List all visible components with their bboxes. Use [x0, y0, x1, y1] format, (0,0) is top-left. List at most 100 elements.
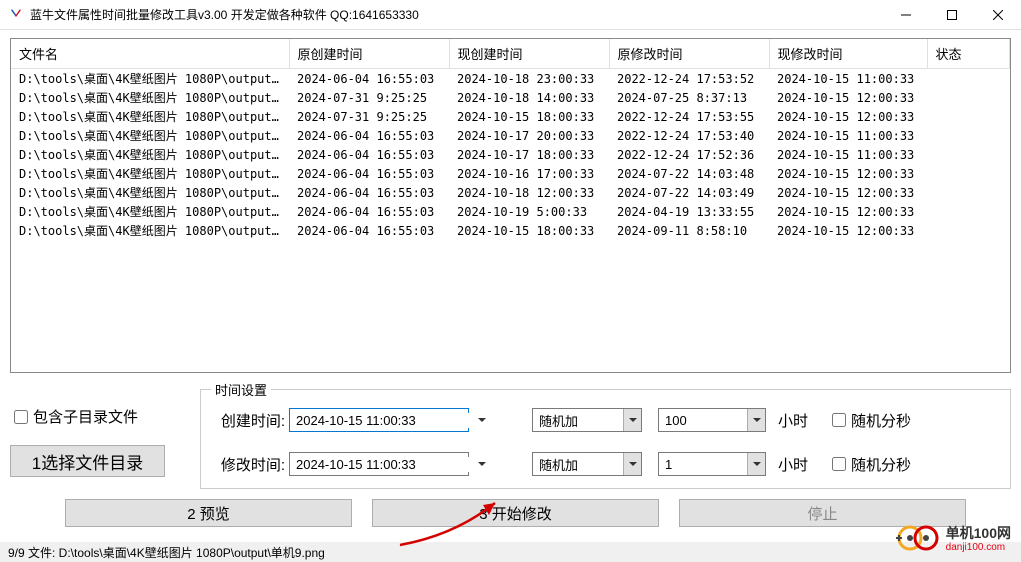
cell: D:\tools\桌面\4K壁纸图片 1080P\output\单机… [11, 126, 289, 145]
cell: 2024-04-19 13:33:55 [609, 202, 769, 221]
col-orig-create[interactable]: 原创建时间 [289, 39, 449, 69]
cell: D:\tools\桌面\4K壁纸图片 1080P\output\单机… [11, 88, 289, 107]
table-row[interactable]: D:\tools\桌面\4K壁纸图片 1080P\output\单机…2024-… [11, 202, 1010, 221]
cell [927, 164, 1010, 183]
logo-url: danji100.com [946, 542, 1011, 554]
random-ms-label: 随机分秒 [851, 454, 911, 475]
cell: 2024-06-04 16:55:03 [289, 183, 449, 202]
col-status[interactable]: 状态 [927, 39, 1010, 69]
minimize-button[interactable] [883, 0, 929, 29]
cell [927, 202, 1010, 221]
cell [927, 107, 1010, 126]
random-ms-checkbox-2[interactable] [832, 457, 846, 471]
modify-time-label: 修改时间: [213, 454, 285, 475]
modify-time-combo[interactable] [289, 452, 469, 476]
cell: 2024-10-15 12:00:33 [769, 88, 927, 107]
cell: 2024-10-15 12:00:33 [769, 183, 927, 202]
cell: 2024-07-31 9:25:25 [289, 88, 449, 107]
watermark-logo: 单机100网 danji100.com [896, 523, 1011, 556]
include-subdir-label: 包含子目录文件 [33, 406, 138, 427]
titlebar: 蓝牛文件属性时间批量修改工具v3.00 开发定做各种软件 QQ:16416533… [0, 0, 1021, 30]
cell: 2024-10-16 17:00:33 [449, 164, 609, 183]
create-time-label: 创建时间: [213, 410, 285, 431]
table-row[interactable]: D:\tools\桌面\4K壁纸图片 1080P\output\单机…2024-… [11, 145, 1010, 164]
table-row[interactable]: D:\tools\桌面\4K壁纸图片 1080P\output\单机…2024-… [11, 183, 1010, 202]
window-title: 蓝牛文件属性时间批量修改工具v3.00 开发定做各种软件 QQ:16416533… [30, 6, 883, 23]
select-dir-button[interactable]: 1选择文件目录 [10, 445, 165, 477]
chevron-down-icon[interactable] [478, 418, 486, 422]
cell: 2024-10-19 5:00:33 [449, 202, 609, 221]
cell: D:\tools\桌面\4K壁纸图片 1080P\output\单机… [11, 107, 289, 126]
preview-button[interactable]: 2 预览 [65, 499, 352, 527]
random-ms-label: 随机分秒 [851, 410, 911, 431]
modify-time-input[interactable] [290, 457, 478, 472]
time-settings-group: 时间设置 创建时间: 小时 [200, 389, 1011, 489]
table-row[interactable]: D:\tools\桌面\4K壁纸图片 1080P\output\单机…2024-… [11, 107, 1010, 126]
cell: 2024-06-04 16:55:03 [289, 145, 449, 164]
chevron-down-icon[interactable] [623, 409, 641, 431]
table-row[interactable]: D:\tools\桌面\4K壁纸图片 1080P\output\单机…2024-… [11, 69, 1010, 89]
col-now-modify[interactable]: 现修改时间 [769, 39, 927, 69]
group-title: 时间设置 [211, 380, 271, 399]
cell: 2024-10-15 11:00:33 [769, 69, 927, 89]
close-button[interactable] [975, 0, 1021, 29]
random-mode-select-2[interactable] [532, 452, 642, 476]
cell: D:\tools\桌面\4K壁纸图片 1080P\output\单机… [11, 164, 289, 183]
chevron-down-icon[interactable] [747, 409, 765, 431]
col-filename[interactable]: 文件名 [11, 39, 289, 69]
cell [927, 221, 1010, 240]
file-table[interactable]: 文件名 原创建时间 现创建时间 原修改时间 现修改时间 状态 D:\tools\… [10, 38, 1011, 373]
random-value-select-2[interactable] [658, 452, 766, 476]
cell: 2024-10-15 12:00:33 [769, 202, 927, 221]
col-now-create[interactable]: 现创建时间 [449, 39, 609, 69]
cell: 2022-12-24 17:53:52 [609, 69, 769, 89]
cell [927, 69, 1010, 89]
cell [927, 88, 1010, 107]
chevron-down-icon[interactable] [623, 453, 641, 475]
unit-label: 小时 [778, 410, 808, 431]
cell: 2024-10-15 12:00:33 [769, 164, 927, 183]
table-row[interactable]: D:\tools\桌面\4K壁纸图片 1080P\output\单机…2024-… [11, 221, 1010, 240]
random-mode-select-1[interactable] [532, 408, 642, 432]
logo-title: 单机100网 [946, 525, 1011, 542]
random-value-select-1[interactable] [658, 408, 766, 432]
create-time-combo[interactable] [289, 408, 469, 432]
cell: D:\tools\桌面\4K壁纸图片 1080P\output\单机… [11, 69, 289, 89]
cell: 2024-07-25 8:37:13 [609, 88, 769, 107]
cell: 2024-06-04 16:55:03 [289, 202, 449, 221]
cell: 2024-07-22 14:03:48 [609, 164, 769, 183]
table-row[interactable]: D:\tools\桌面\4K壁纸图片 1080P\output\单机…2024-… [11, 126, 1010, 145]
random-ms-checkbox-1[interactable] [832, 413, 846, 427]
cell: D:\tools\桌面\4K壁纸图片 1080P\output\单机… [11, 183, 289, 202]
table-row[interactable]: D:\tools\桌面\4K壁纸图片 1080P\output\单机…2024-… [11, 164, 1010, 183]
app-icon [8, 7, 24, 23]
cell: 2024-06-04 16:55:03 [289, 221, 449, 240]
cell: 2024-10-17 18:00:33 [449, 145, 609, 164]
unit-label: 小时 [778, 454, 808, 475]
cell: 2024-06-04 16:55:03 [289, 164, 449, 183]
cell: 2024-07-31 9:25:25 [289, 107, 449, 126]
cell: 2022-12-24 17:52:36 [609, 145, 769, 164]
include-subdir-checkbox[interactable] [14, 410, 28, 424]
cell: 2024-10-15 18:00:33 [449, 107, 609, 126]
cell: 2024-10-18 12:00:33 [449, 183, 609, 202]
create-time-input[interactable] [290, 413, 478, 428]
cell: 2024-06-04 16:55:03 [289, 69, 449, 89]
cell: 2024-10-18 14:00:33 [449, 88, 609, 107]
cell [927, 183, 1010, 202]
cell [927, 126, 1010, 145]
chevron-down-icon[interactable] [747, 453, 765, 475]
col-orig-modify[interactable]: 原修改时间 [609, 39, 769, 69]
start-button[interactable]: 3 开始修改 [372, 499, 659, 527]
cell: 2022-12-24 17:53:40 [609, 126, 769, 145]
chevron-down-icon[interactable] [478, 462, 486, 466]
maximize-button[interactable] [929, 0, 975, 29]
cell: D:\tools\桌面\4K壁纸图片 1080P\output\单机… [11, 145, 289, 164]
cell: 2024-10-15 11:00:33 [769, 126, 927, 145]
cell: D:\tools\桌面\4K壁纸图片 1080P\output\单机… [11, 221, 289, 240]
table-row[interactable]: D:\tools\桌面\4K壁纸图片 1080P\output\单机…2024-… [11, 88, 1010, 107]
cell: 2024-06-04 16:55:03 [289, 126, 449, 145]
cell: 2024-09-11 8:58:10 [609, 221, 769, 240]
cell [927, 145, 1010, 164]
cell: 2024-10-18 23:00:33 [449, 69, 609, 89]
